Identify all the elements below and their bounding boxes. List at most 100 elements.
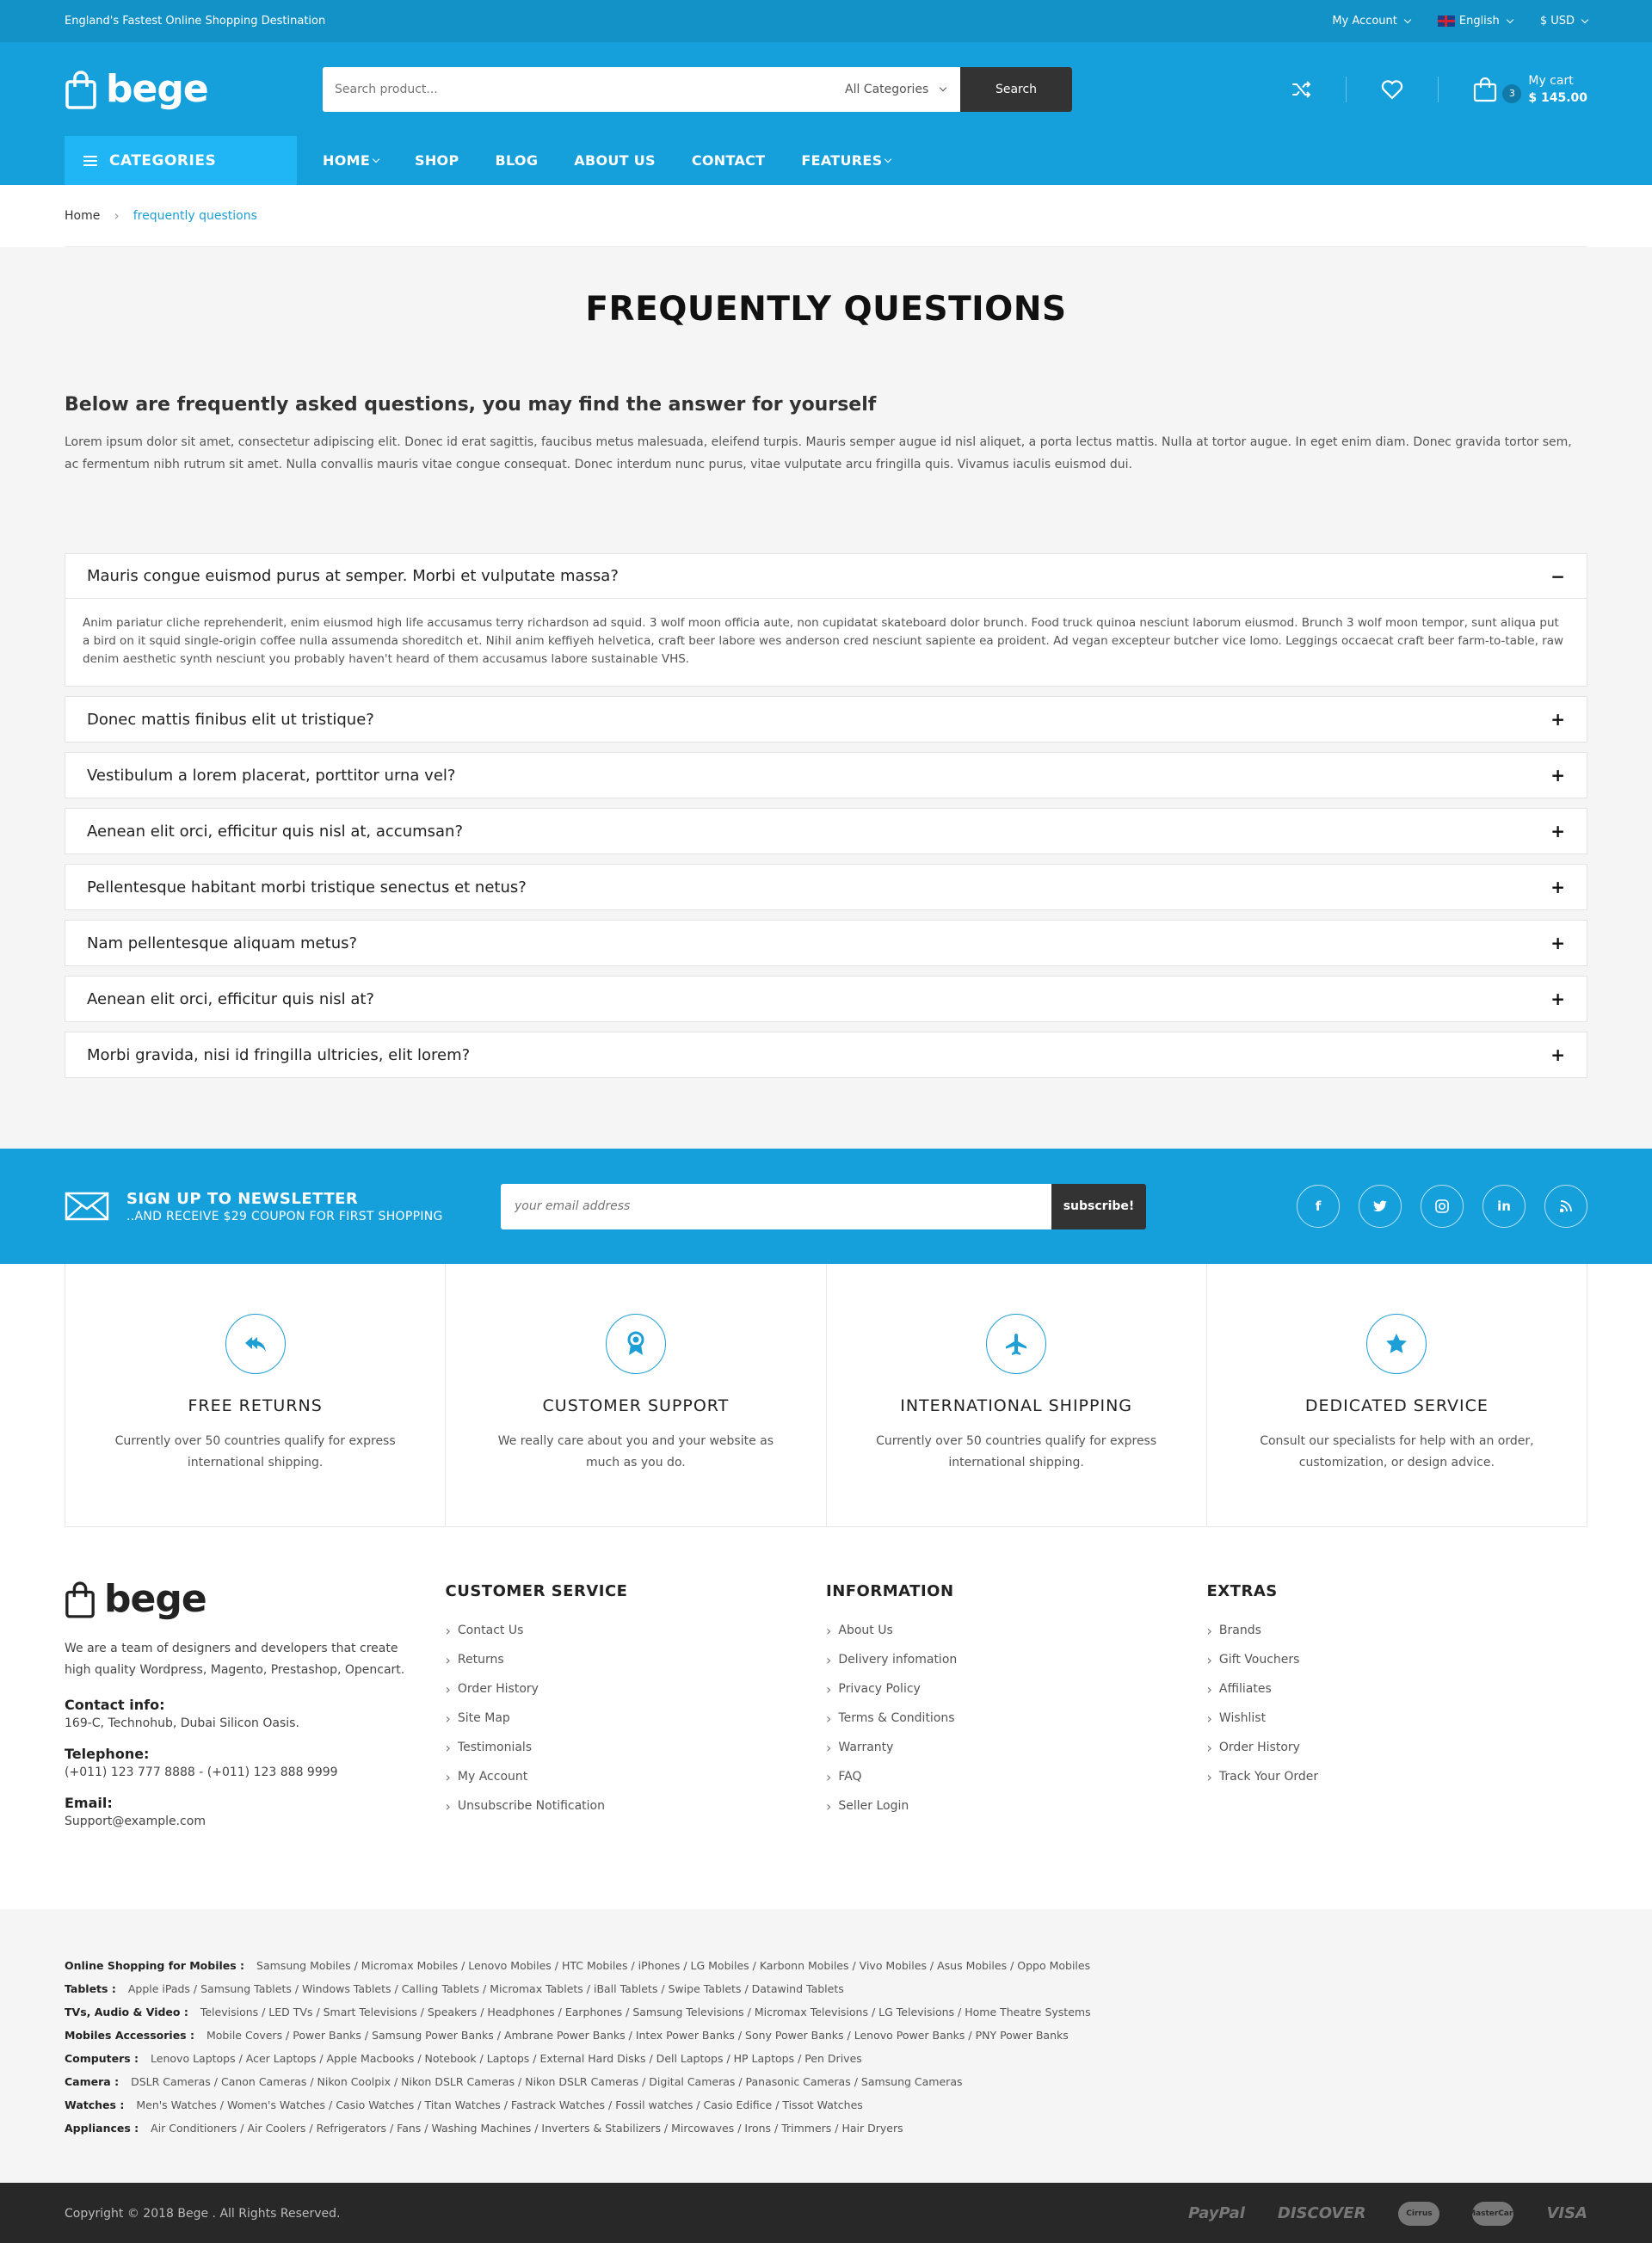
footer-link[interactable]: Contact Us [446, 1616, 827, 1645]
category-select[interactable]: All Categories [831, 67, 960, 112]
subscribe-button[interactable]: subscribe! [1051, 1183, 1146, 1229]
footer-link[interactable]: Warranty [826, 1733, 1207, 1762]
link-row-items[interactable]: DSLR Cameras / Canon Cameras / Nikon Coo… [131, 2075, 962, 2088]
compare-shuffle-icon[interactable] [1291, 79, 1311, 100]
cart-button[interactable]: 3 My cart $ 145.00 [1473, 72, 1587, 107]
footer-link[interactable]: FAQ [826, 1762, 1207, 1791]
facebook-icon[interactable]: f [1297, 1185, 1340, 1228]
footer-link[interactable]: Gift Vouchers [1207, 1645, 1588, 1674]
service-title: CUSTOMER SUPPORT [542, 1396, 730, 1415]
footer-link[interactable]: Returns [446, 1645, 827, 1674]
my-account-dropdown[interactable]: My Account [1332, 15, 1412, 28]
footer-link[interactable]: Testimonials [446, 1733, 827, 1762]
footer-link[interactable]: Seller Login [826, 1791, 1207, 1821]
faq-question[interactable]: Morbi gravida, nisi id fringilla ultrici… [65, 1032, 1587, 1077]
service-text: Currently over 50 countries qualify for … [876, 1434, 1157, 1470]
header: bege All Categories Search 3 My cart $ 14… [0, 42, 1652, 185]
footer-link[interactable]: My Account [446, 1762, 827, 1791]
footer-link[interactable]: Terms & Conditions [826, 1704, 1207, 1733]
faq-item: Aenean elit orci, efficitur quis nisl at… [65, 976, 1587, 1022]
logo[interactable]: bege [65, 67, 323, 111]
faq-question-text: Nam pellentesque aliquam metus? [87, 934, 358, 952]
award-icon [605, 1314, 666, 1374]
top-bar: England's Fastest Online Shopping Destin… [0, 0, 1652, 42]
link-row-items[interactable]: Men's Watches / Women's Watches / Casio … [136, 2098, 862, 2111]
breadcrumb-home[interactable]: Home [65, 209, 100, 223]
star-icon [1366, 1314, 1427, 1374]
service-customer-support: CUSTOMER SUPPORT We really care about yo… [446, 1264, 827, 1526]
intro-heading: Below are frequently asked questions, yo… [65, 394, 877, 416]
chevron-down-icon [1581, 15, 1589, 23]
tagline: England's Fastest Online Shopping Destin… [65, 15, 326, 28]
categories-menu-button[interactable]: CATEGORIES [65, 136, 297, 185]
faq-question[interactable]: Donec mattis finibus elit ut tristique? + [65, 697, 1587, 742]
envelope-icon [65, 1192, 109, 1221]
breadcrumb: Home › frequently questions [65, 185, 1587, 247]
link-row-items[interactable]: Air Conditioners / Air Coolers / Refrige… [151, 2122, 903, 2135]
chevron-down-icon [1403, 15, 1412, 23]
nav-blog[interactable]: BLOG [496, 152, 539, 169]
main-nav: HOME SHOP BLOG ABOUT US CONTACT FEATURES [323, 152, 892, 169]
footer-link[interactable]: Unsubscribe Notification [446, 1791, 827, 1821]
faq-question[interactable]: Vestibulum a lorem placerat, porttitor u… [65, 753, 1587, 798]
paypal-icon: PayPal [1188, 2204, 1245, 2222]
divider [1346, 76, 1347, 102]
faq-question-text: Morbi gravida, nisi id fringilla ultrici… [87, 1045, 471, 1064]
faq-question[interactable]: Nam pellentesque aliquam metus? + [65, 921, 1587, 965]
footer-col-title: CUSTOMER SERVICE [445, 1582, 628, 1600]
search-input[interactable] [323, 66, 831, 112]
footer-link[interactable]: Affiliates [1207, 1674, 1588, 1704]
telephone-value: (+011) 123 777 8888 - (+011) 123 888 999… [65, 1765, 338, 1779]
nav-home[interactable]: HOME [323, 152, 380, 169]
category-links: Online Shopping for Mobiles : Samsung Mob… [0, 1909, 1652, 2183]
footer-link[interactable]: Wishlist [1207, 1704, 1588, 1733]
link-row-label: Mobiles Accessories : [65, 2029, 194, 2042]
wishlist-heart-icon[interactable] [1381, 79, 1403, 100]
breadcrumb-current: frequently questions [133, 208, 257, 223]
nav-home-label: HOME [323, 152, 371, 169]
faq-question[interactable]: Mauris congue euismod purus at semper. M… [65, 554, 1587, 599]
cart-bag-icon [1474, 77, 1497, 102]
link-row-label: Tablets : [65, 1982, 116, 1995]
twitter-icon[interactable] [1359, 1185, 1402, 1228]
faq-question-text: Aenean elit orci, efficitur quis nisl at… [87, 989, 374, 1008]
chevron-right-icon: › [114, 207, 120, 224]
nav-features[interactable]: FEATURES [801, 152, 892, 169]
search-bar: All Categories Search [323, 66, 1072, 112]
linkedin-icon[interactable]: in [1482, 1185, 1526, 1228]
footer-link[interactable]: Privacy Policy [826, 1674, 1207, 1704]
intro-text: Lorem ipsum dolor sit amet, consectetur … [65, 435, 1572, 471]
faq-answer: Anim pariatur cliche reprehenderit, enim… [83, 616, 1564, 666]
footer-logo[interactable]: bege [65, 1577, 323, 1621]
divider [1438, 76, 1439, 102]
footer-link[interactable]: Track Your Order [1207, 1762, 1588, 1791]
minus-icon: − [1550, 565, 1565, 587]
footer-link[interactable]: Order History [1207, 1733, 1588, 1762]
nav-about-us[interactable]: ABOUT US [574, 152, 656, 169]
telephone-label: Telephone: [65, 1746, 150, 1762]
my-account-label: My Account [1332, 15, 1397, 28]
faq-question[interactable]: Aenean elit orci, efficitur quis nisl at… [65, 809, 1587, 853]
contact-address: 169-C, Technohub, Dubai Silicon Oasis. [65, 1716, 299, 1730]
footer-link[interactable]: Site Map [446, 1704, 827, 1733]
faq-question[interactable]: Aenean elit orci, efficitur quis nisl at… [65, 977, 1587, 1021]
nav-contact[interactable]: CONTACT [692, 152, 766, 169]
footer-link[interactable]: About Us [826, 1616, 1207, 1645]
instagram-icon[interactable] [1421, 1185, 1464, 1228]
nav-shop[interactable]: SHOP [415, 152, 459, 169]
link-row-items[interactable]: Lenovo Laptops / Acer Laptops / Apple Ma… [151, 2052, 862, 2065]
footer-link[interactable]: Brands [1207, 1616, 1588, 1645]
email-value[interactable]: Support@example.com [65, 1815, 446, 1828]
link-row-items[interactable]: Mobile Covers / Power Banks / Samsung Po… [206, 2029, 1069, 2042]
faq-question[interactable]: Pellentesque habitant morbi tristique se… [65, 865, 1587, 909]
link-row-items[interactable]: Televisions / LED TVs / Smart Television… [200, 2006, 1091, 2018]
footer-link[interactable]: Delivery infomation [826, 1645, 1207, 1674]
search-button[interactable]: Search [960, 66, 1072, 112]
newsletter-email-input[interactable] [501, 1183, 1051, 1229]
rss-icon[interactable] [1544, 1185, 1587, 1228]
language-dropdown[interactable]: English [1437, 15, 1514, 28]
currency-dropdown[interactable]: $ USD [1540, 15, 1589, 28]
footer-link[interactable]: Order History [446, 1674, 827, 1704]
link-row-items[interactable]: Samsung Mobiles / Micromax Mobiles / Len… [256, 1959, 1090, 1972]
link-row-items[interactable]: Apple iPads / Samsung Tablets / Windows … [128, 1982, 844, 1995]
